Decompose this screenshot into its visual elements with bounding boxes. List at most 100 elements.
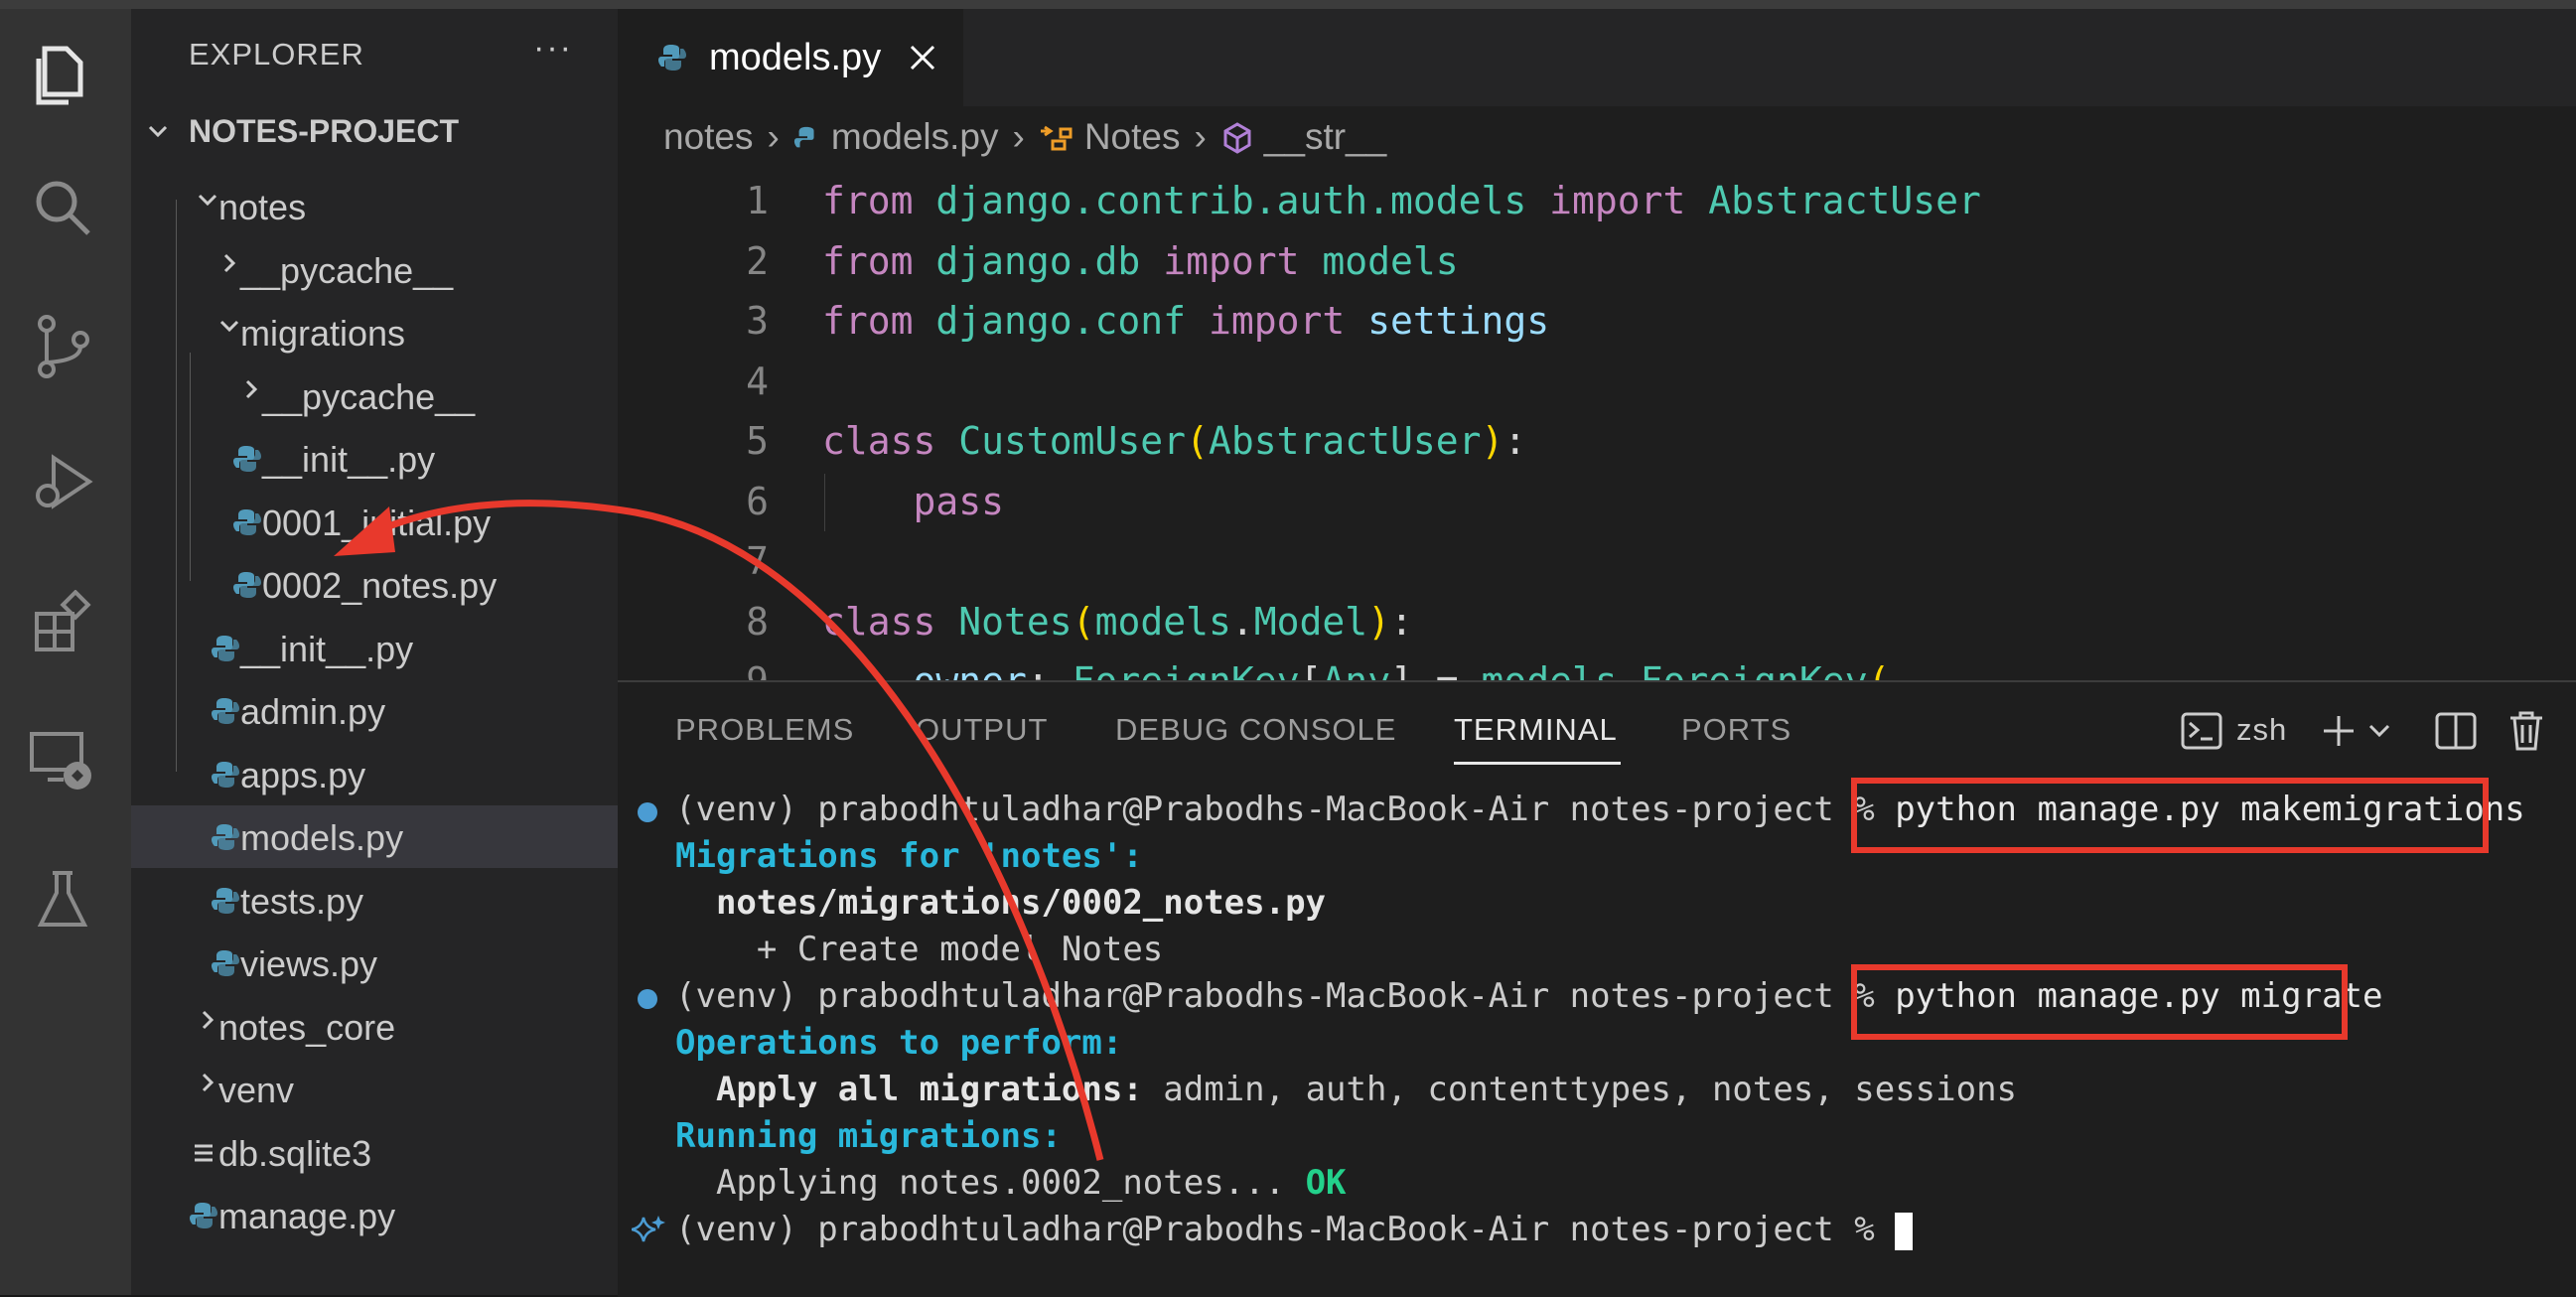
more-actions-icon[interactable]: ··· xyxy=(533,29,573,68)
indent-guide xyxy=(824,474,825,531)
tab-output[interactable]: OUTPUT xyxy=(916,712,1048,748)
tree-item-label: __pycache__ xyxy=(240,249,454,291)
tab-label: models.py xyxy=(709,37,882,78)
tree-folder[interactable]: notes_core xyxy=(131,995,618,1058)
tab-ports[interactable]: PORTS xyxy=(1681,712,1791,748)
python-file-icon xyxy=(233,508,261,535)
line-number: 3 xyxy=(746,299,769,343)
line-number: 2 xyxy=(746,238,769,283)
sparkle-icon[interactable] xyxy=(632,1214,665,1247)
code-text: class Notes(models.Model): xyxy=(822,599,1413,644)
tab-debug-console[interactable]: DEBUG CONSOLE xyxy=(1115,712,1396,748)
highlight-box-makemigrations xyxy=(1851,778,2489,853)
window-top-border xyxy=(0,0,2576,9)
tab-models-py[interactable]: models.py xyxy=(618,9,963,106)
highlight-box-migrate xyxy=(1851,964,2348,1040)
tree-item-label: tests.py xyxy=(240,880,364,922)
close-icon[interactable] xyxy=(908,43,937,72)
tree-file[interactable]: 0002_notes.py xyxy=(131,553,618,616)
line-number: 6 xyxy=(746,479,769,523)
explorer-sidebar: EXPLORER ··· NOTES-PROJECT notes __pycach… xyxy=(131,9,618,1295)
tree-folder[interactable]: notes xyxy=(131,175,618,237)
source-control-icon[interactable] xyxy=(26,310,99,383)
terminal-line: Apply all migrations: admin, auth, conte… xyxy=(675,1070,2018,1109)
chevron-down-icon[interactable] xyxy=(147,120,169,142)
tree-folder[interactable]: migrations xyxy=(131,301,618,363)
testing-icon[interactable] xyxy=(26,863,99,937)
tab-terminal[interactable]: TERMINAL xyxy=(1454,712,1618,748)
chevron-down-icon[interactable] xyxy=(2367,722,2391,740)
tab-problems[interactable]: PROBLEMS xyxy=(675,712,854,748)
tree-file[interactable]: apps.py xyxy=(131,743,618,805)
breadcrumb-item[interactable]: models.py xyxy=(831,116,999,157)
line-number: 8 xyxy=(746,599,769,644)
chevron-right-icon xyxy=(202,1010,215,1029)
explorer-icon[interactable] xyxy=(26,39,99,112)
editor-area: models.py notes › models.py › Notes › __str__ … xyxy=(618,9,2576,680)
tree-file[interactable]: models.py xyxy=(131,805,618,868)
tree-file[interactable]: manage.py xyxy=(131,1184,618,1246)
terminal-line: Migrations for 'notes': xyxy=(675,836,1143,876)
search-icon[interactable] xyxy=(26,171,99,244)
chevron-right-icon: › xyxy=(1194,116,1207,157)
breadcrumb-item[interactable]: Notes xyxy=(1084,116,1181,157)
line-number: 5 xyxy=(746,419,769,463)
tree-item-label: __init__.py xyxy=(240,628,414,669)
tree-file[interactable]: admin.py xyxy=(131,679,618,742)
tree-file[interactable]: views.py xyxy=(131,932,618,994)
tree-item-label: 0002_notes.py xyxy=(262,565,498,606)
python-file-icon xyxy=(212,635,239,661)
python-file-icon xyxy=(212,824,239,850)
chevron-right-icon: › xyxy=(767,116,780,157)
code-text: from django.db import models xyxy=(822,238,1459,283)
python-file-icon xyxy=(212,887,239,914)
tree-file[interactable]: 0001_initial.py xyxy=(131,491,618,553)
tree-item-label: views.py xyxy=(240,943,378,984)
command-status-dot[interactable] xyxy=(638,989,657,1009)
command-status-dot[interactable] xyxy=(638,802,657,822)
tree-folder[interactable]: __pycache__ xyxy=(131,364,618,427)
terminal-line: + Create model Notes xyxy=(675,930,1164,969)
terminal-line: Operations to perform: xyxy=(675,1023,1123,1063)
python-file-icon xyxy=(212,698,239,724)
breadcrumb-item[interactable]: __str__ xyxy=(1264,116,1386,157)
editor-tab-bar: models.py xyxy=(618,9,2576,106)
tree-folder[interactable]: __pycache__ xyxy=(131,238,618,301)
split-terminal-icon[interactable] xyxy=(2435,712,2477,750)
tree-file[interactable]: tests.py xyxy=(131,869,618,932)
shell-name[interactable]: zsh xyxy=(2236,712,2287,748)
remote-explorer-icon[interactable] xyxy=(26,724,99,797)
python-file-icon xyxy=(190,1203,217,1228)
tree-item-label: db.sqlite3 xyxy=(218,1132,372,1174)
line-number: 4 xyxy=(746,359,769,403)
line-number: 9 xyxy=(677,659,769,680)
tree-item-label: __init__.py xyxy=(262,439,436,480)
trash-icon[interactable] xyxy=(2506,710,2546,752)
tree-folder[interactable]: venv xyxy=(131,1058,618,1120)
terminal-icon xyxy=(2181,712,2222,750)
terminal-cursor xyxy=(1895,1212,1914,1250)
database-file-icon xyxy=(195,1144,213,1161)
project-root[interactable]: NOTES-PROJECT xyxy=(189,113,459,150)
tree-file[interactable]: __init__.py xyxy=(131,617,618,679)
chevron-right-icon: › xyxy=(1012,116,1025,157)
method-symbol-icon xyxy=(1223,122,1251,154)
extensions-icon[interactable] xyxy=(26,585,99,658)
class-symbol-icon xyxy=(1040,125,1073,151)
chevron-down-icon xyxy=(198,194,217,207)
tree-item-label: 0001_initial.py xyxy=(262,502,492,543)
sidebar-title: EXPLORER xyxy=(189,37,364,72)
terminal-line: Applying notes.0002_notes... OK xyxy=(675,1163,1347,1203)
python-file-icon xyxy=(233,572,261,598)
tree-file[interactable]: __init__.py xyxy=(131,427,618,490)
code-text: from django.contrib.auth.models import A… xyxy=(822,179,1981,222)
run-debug-icon[interactable] xyxy=(26,446,99,519)
add-terminal-icon[interactable] xyxy=(2320,712,2358,750)
tree-item-label: notes xyxy=(218,187,307,227)
tree-file[interactable]: db.sqlite3 xyxy=(131,1121,618,1184)
breadcrumb-item[interactable]: notes xyxy=(663,116,754,157)
python-file-icon xyxy=(658,45,686,71)
python-file-icon xyxy=(233,446,261,472)
terminal-line: (venv) prabodhtuladhar@Prabodhs-MacBook-… xyxy=(675,1210,1914,1255)
code-text: pass xyxy=(913,479,1005,523)
